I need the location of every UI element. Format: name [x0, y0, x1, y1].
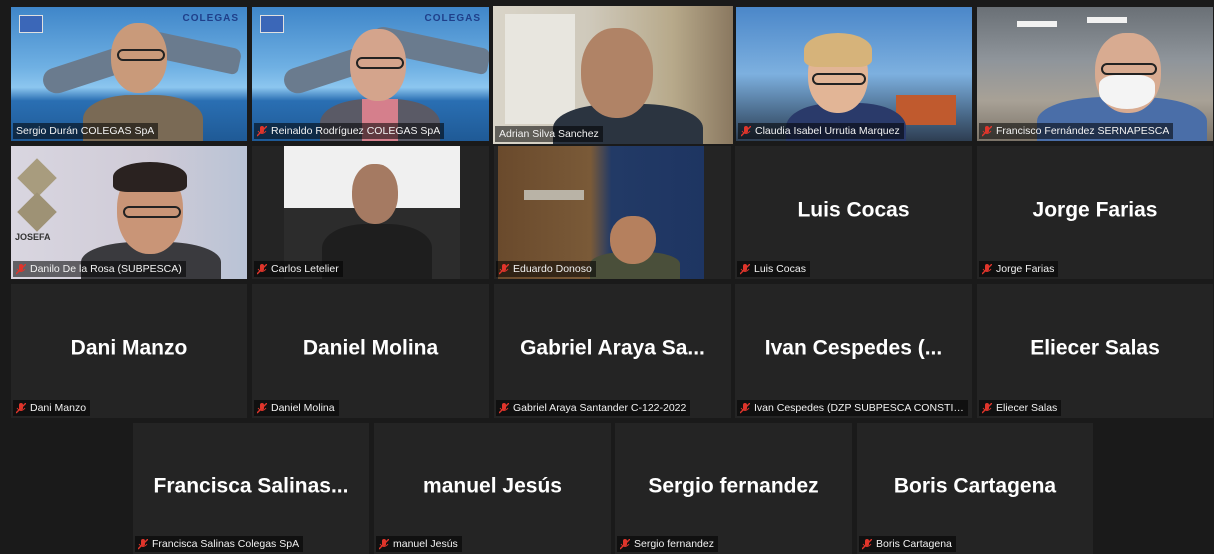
muted-mic-icon — [257, 402, 267, 413]
muted-mic-icon — [982, 263, 992, 274]
muted-mic-icon — [982, 125, 992, 136]
participant-display-name: manuel Jesús — [423, 474, 562, 498]
participant-name-label: Ivan Cespedes (DZP SUBPESCA CONSTITU... — [737, 400, 968, 416]
logo-icon — [19, 15, 43, 33]
participant-name-label: Dani Manzo — [13, 400, 91, 416]
person — [533, 16, 713, 144]
participant-name-label: Eliecer Salas — [979, 400, 1062, 416]
muted-mic-icon — [16, 402, 26, 413]
participant-display-name: Ivan Cespedes (... — [764, 336, 943, 360]
participant-display-name: Eliecer Salas — [1030, 336, 1160, 360]
person — [81, 158, 221, 279]
muted-mic-icon — [499, 402, 509, 413]
participant-tile-eliecer-salas[interactable]: Eliecer Salas Eliecer Salas — [977, 284, 1213, 418]
participant-display-name: Gabriel Araya Sa... — [520, 336, 705, 360]
participant-name-label: Boris Cartagena — [859, 536, 956, 552]
participant-tile-boris-cartagena[interactable]: Boris Cartagena Boris Cartagena — [857, 423, 1093, 554]
participant-name-label: Luis Cocas — [737, 261, 810, 277]
participant-name-label: Danilo De la Rosa (SUBPESCA) — [13, 261, 186, 277]
muted-mic-icon — [499, 263, 509, 274]
person — [590, 216, 680, 279]
muted-mic-icon — [257, 263, 267, 274]
participant-tile-carlos-letelier[interactable]: Carlos Letelier — [252, 146, 489, 279]
participant-name-label: manuel Jesús — [376, 536, 462, 552]
muted-mic-icon — [138, 538, 148, 549]
participant-display-name: Dani Manzo — [70, 336, 188, 360]
participant-name-label: Gabriel Araya Santander C-122-2022 — [496, 400, 691, 416]
participant-tile-dani-manzo[interactable]: Dani Manzo Dani Manzo — [11, 284, 247, 418]
participant-name-label: Jorge Farias — [979, 261, 1059, 277]
participant-tile-daniel-molina[interactable]: Daniel Molina Daniel Molina — [252, 284, 489, 418]
participant-tile-francisco-fernandez[interactable]: Francisco Fernández SERNAPESCA — [977, 7, 1213, 141]
muted-mic-icon — [16, 263, 26, 274]
participant-display-name: Luis Cocas — [797, 198, 910, 222]
wall-text: JOSEFA — [15, 232, 51, 242]
participant-tile-ivan-cespedes[interactable]: Ivan Cespedes (... Ivan Cespedes (DZP SU… — [735, 284, 972, 418]
participant-display-name: Boris Cartagena — [893, 474, 1057, 498]
participant-tile-jorge-farias[interactable]: Jorge Farias Jorge Farias — [977, 146, 1213, 279]
participant-name-label: Sergio fernandez — [617, 536, 718, 552]
participant-name-label: Daniel Molina — [254, 400, 339, 416]
gallery-view: COLEGAS Sergio Durán COLEGAS SpA COLEGAS… — [0, 0, 1214, 554]
muted-mic-icon — [740, 263, 750, 274]
participant-name-label: Eduardo Donoso — [496, 261, 596, 277]
participant-name-label: Reinaldo Rodríguez COLEGAS SpA — [254, 123, 445, 139]
participant-tile-eduardo-donoso[interactable]: Eduardo Donoso — [494, 146, 731, 279]
participant-name-label: Carlos Letelier — [254, 261, 343, 277]
participant-name-label: Claudia Isabel Urrutia Marquez — [738, 123, 904, 139]
participant-tile-reinaldo-rodriguez[interactable]: COLEGAS Reinaldo Rodríguez COLEGAS SpA — [252, 7, 489, 141]
participant-name-label: Sergio Durán COLEGAS SpA — [13, 123, 159, 139]
participant-tile-adrian-silva[interactable]: Adrian Silva Sanchez — [493, 6, 733, 144]
participant-tile-francisca-salinas[interactable]: Francisca Salinas... Francisca Salinas C… — [133, 423, 369, 554]
participant-tile-sergio-fernandez[interactable]: Sergio fernandez Sergio fernandez — [615, 423, 852, 554]
participant-tile-gabriel-araya[interactable]: Gabriel Araya Sa... Gabriel Araya Santan… — [494, 284, 731, 418]
muted-mic-icon — [620, 538, 630, 549]
muted-mic-icon — [982, 402, 992, 413]
participant-name-label: Francisco Fernández SERNAPESCA — [979, 123, 1174, 139]
participant-display-name: Daniel Molina — [302, 336, 439, 360]
participant-tile-sergio-duran[interactable]: COLEGAS Sergio Durán COLEGAS SpA — [11, 7, 247, 141]
muted-mic-icon — [740, 402, 750, 413]
muted-mic-icon — [862, 538, 872, 549]
participant-name-label: Adrian Silva Sanchez — [495, 126, 603, 142]
logo-icon — [260, 15, 284, 33]
participant-name-label: Francisca Salinas Colegas SpA — [135, 536, 304, 552]
participant-display-name: Jorge Farias — [1032, 198, 1158, 222]
participant-tile-claudia-urrutia[interactable]: Claudia Isabel Urrutia Marquez — [736, 7, 972, 141]
participant-display-name: Francisca Salinas... — [153, 474, 349, 498]
participant-tile-luis-cocas[interactable]: Luis Cocas Luis Cocas — [735, 146, 972, 279]
participant-display-name: Sergio fernandez — [648, 474, 819, 498]
muted-mic-icon — [257, 125, 267, 136]
muted-mic-icon — [741, 125, 751, 136]
muted-mic-icon — [379, 538, 389, 549]
participant-tile-danilo-de-la-rosa[interactable]: JOSEFA Danilo De la Rosa (SUBPESCA) — [11, 146, 247, 279]
participant-tile-manuel-jesus[interactable]: manuel Jesús manuel Jesús — [374, 423, 611, 554]
